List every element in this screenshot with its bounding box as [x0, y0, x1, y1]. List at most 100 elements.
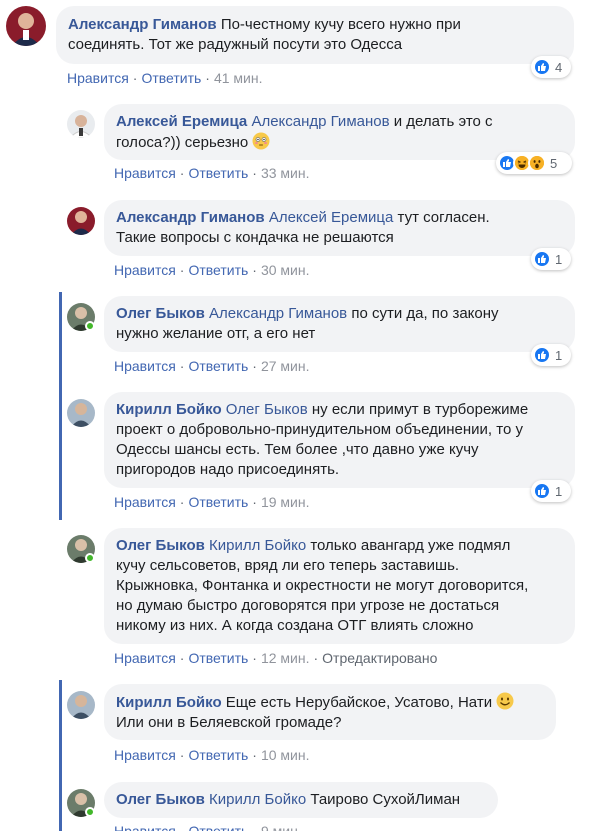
comment-text: проект о добровольно-принудительном объе… [116, 421, 523, 438]
comment-actions: Нравится · Ответить · 9 мин. [114, 823, 302, 831]
comment-actions: Нравится · Ответить · 33 мин. [114, 165, 310, 181]
reply-link[interactable]: Ответить [188, 650, 248, 666]
author-name[interactable]: Александр Гиманов [68, 16, 217, 33]
like-link[interactable]: Нравится [114, 262, 176, 278]
like-link[interactable]: Нравится [114, 650, 176, 666]
reply-link[interactable]: Ответить [188, 358, 248, 374]
like-link[interactable]: Нравится [67, 70, 129, 86]
comment-bubble: Кирилл Бойко Еще есть Нерубайское, Усато… [104, 684, 556, 740]
mention-link[interactable]: Александр Гиманов [209, 305, 347, 322]
comment-text: Еще есть Нерубайское, Усатово, Нати [225, 694, 493, 711]
comment-text: ну если примут в турборежиме [311, 401, 529, 418]
like-link[interactable]: Нравится [114, 747, 176, 763]
reaction-summary[interactable]: 1 [531, 248, 571, 270]
comment-text: никому из них. А когда создана ОТГ влият… [116, 617, 474, 634]
thread-line [59, 680, 62, 831]
comment-text: пригородов надо присоединять. [116, 461, 340, 478]
online-status-icon [85, 321, 95, 331]
reply-link[interactable]: Ответить [188, 494, 248, 510]
like-icon [533, 346, 551, 364]
comment-bubble: Кирилл Бойко Олег Быков ну если примут в… [104, 392, 575, 488]
online-status-icon [85, 553, 95, 563]
comment-text: Такие вопросы с кондачка не решаются [116, 229, 394, 246]
comment-actions: Нравится · Ответить · 10 мин. [114, 747, 310, 763]
mention-link[interactable]: Александр Гиманов [251, 113, 389, 130]
comment-text: и делать это с [393, 113, 493, 130]
author-name[interactable]: Олег Быков [116, 537, 205, 554]
author-name[interactable]: Кирилл Бойко [116, 401, 222, 418]
reaction-summary[interactable]: 4 [531, 56, 571, 78]
online-status-icon [85, 807, 95, 817]
comment-text: соединять. Тот же радужный посути это Од… [68, 36, 403, 53]
wow-icon [528, 154, 546, 172]
timestamp[interactable]: 19 мин. [261, 494, 310, 510]
comment-text: тут согласен. [397, 209, 490, 226]
reaction-count: 1 [555, 483, 563, 499]
like-link[interactable]: Нравится [114, 358, 176, 374]
comment-text: Крыжновка, Фонтанка и окрестности не мог… [116, 577, 529, 594]
comment-bubble: Александр Гиманов По-честному кучу всего… [56, 6, 574, 64]
comment-bubble: Олег Быков Александр Гиманов по сути да,… [104, 296, 575, 352]
like-icon [533, 250, 551, 268]
comment-bubble: Александр Гиманов Алексей Еремица тут со… [104, 200, 575, 256]
timestamp[interactable]: 41 мин. [214, 70, 263, 86]
comment-bubble: Олег Быков Кирилл Бойко Таирово СухойЛим… [104, 782, 498, 818]
avatar[interactable] [67, 399, 95, 427]
comment-actions: Нравится · Ответить · 27 мин. [114, 358, 310, 374]
mention-link[interactable]: Кирилл Бойко [209, 537, 306, 554]
timestamp[interactable]: 30 мин. [261, 262, 310, 278]
like-link[interactable]: Нравится [114, 823, 176, 831]
comment-text: только авангард уже подмял [310, 537, 511, 554]
timestamp[interactable]: 10 мин. [261, 747, 310, 763]
comment-text: нужно желание отг, а его нет [116, 325, 316, 342]
reaction-count: 5 [550, 155, 558, 171]
reaction-count: 4 [555, 59, 563, 75]
reply-link[interactable]: Ответить [188, 747, 248, 763]
mention-link[interactable]: Кирилл Бойко [209, 791, 306, 808]
timestamp[interactable]: 27 мин. [261, 358, 310, 374]
edited-label[interactable]: Отредактировано [322, 650, 437, 666]
reaction-count: 1 [555, 347, 563, 363]
comment-text: Или они в Беляевской громаде? [116, 714, 342, 731]
reply-link[interactable]: Ответить [188, 262, 248, 278]
comment-text: но думаю быстро договорятся при угрозе н… [116, 597, 500, 614]
reaction-summary[interactable]: 1 [531, 480, 571, 502]
comment-actions: Нравится · Ответить · 12 мин. · Отредактирован… [114, 650, 438, 666]
comment-actions: Нравится · Ответить · 41 мин. [67, 70, 263, 86]
smile-emoji-icon [496, 692, 514, 710]
comment-text: Таирово СухойЛиман [310, 791, 461, 808]
reply-link[interactable]: Ответить [141, 70, 201, 86]
thread-line [59, 292, 62, 520]
avatar[interactable] [6, 6, 46, 46]
avatar[interactable] [67, 110, 95, 138]
comment-text: по сути да, по закону [351, 305, 499, 322]
mention-link[interactable]: Олег Быков [226, 401, 308, 418]
avatar[interactable] [67, 691, 95, 719]
flushed-emoji-icon [252, 132, 270, 150]
author-name[interactable]: Кирилл Бойко [116, 694, 222, 711]
like-icon [533, 482, 551, 500]
timestamp[interactable]: 9 мин. [261, 823, 302, 831]
comment-text: голоса?)) серьезно [116, 134, 249, 151]
like-link[interactable]: Нравится [114, 494, 176, 510]
comment-actions: Нравится · Ответить · 30 мин. [114, 262, 310, 278]
comment-actions: Нравится · Ответить · 19 мин. [114, 494, 310, 510]
avatar[interactable] [67, 207, 95, 235]
reaction-summary[interactable]: 1 [531, 344, 571, 366]
like-link[interactable]: Нравится [114, 165, 176, 181]
reaction-count: 1 [555, 251, 563, 267]
author-name[interactable]: Алексей Еремица [116, 113, 247, 130]
author-name[interactable]: Александр Гиманов [116, 209, 265, 226]
like-icon [533, 58, 551, 76]
reply-link[interactable]: Ответить [188, 823, 248, 831]
reply-link[interactable]: Ответить [188, 165, 248, 181]
timestamp[interactable]: 12 мин. [261, 650, 310, 666]
comment-text: По-честному кучу всего нужно при [220, 16, 461, 33]
reaction-summary[interactable]: 5 [496, 152, 572, 174]
mention-link[interactable]: Алексей Еремица [269, 209, 394, 226]
timestamp[interactable]: 33 мин. [261, 165, 310, 181]
comment-bubble: Олег Быков Кирилл Бойко только авангард … [104, 528, 575, 644]
author-name[interactable]: Олег Быков [116, 305, 205, 322]
comment-text: Одессы шансы есть. Тем более ,что давно … [116, 441, 479, 458]
author-name[interactable]: Олег Быков [116, 791, 205, 808]
